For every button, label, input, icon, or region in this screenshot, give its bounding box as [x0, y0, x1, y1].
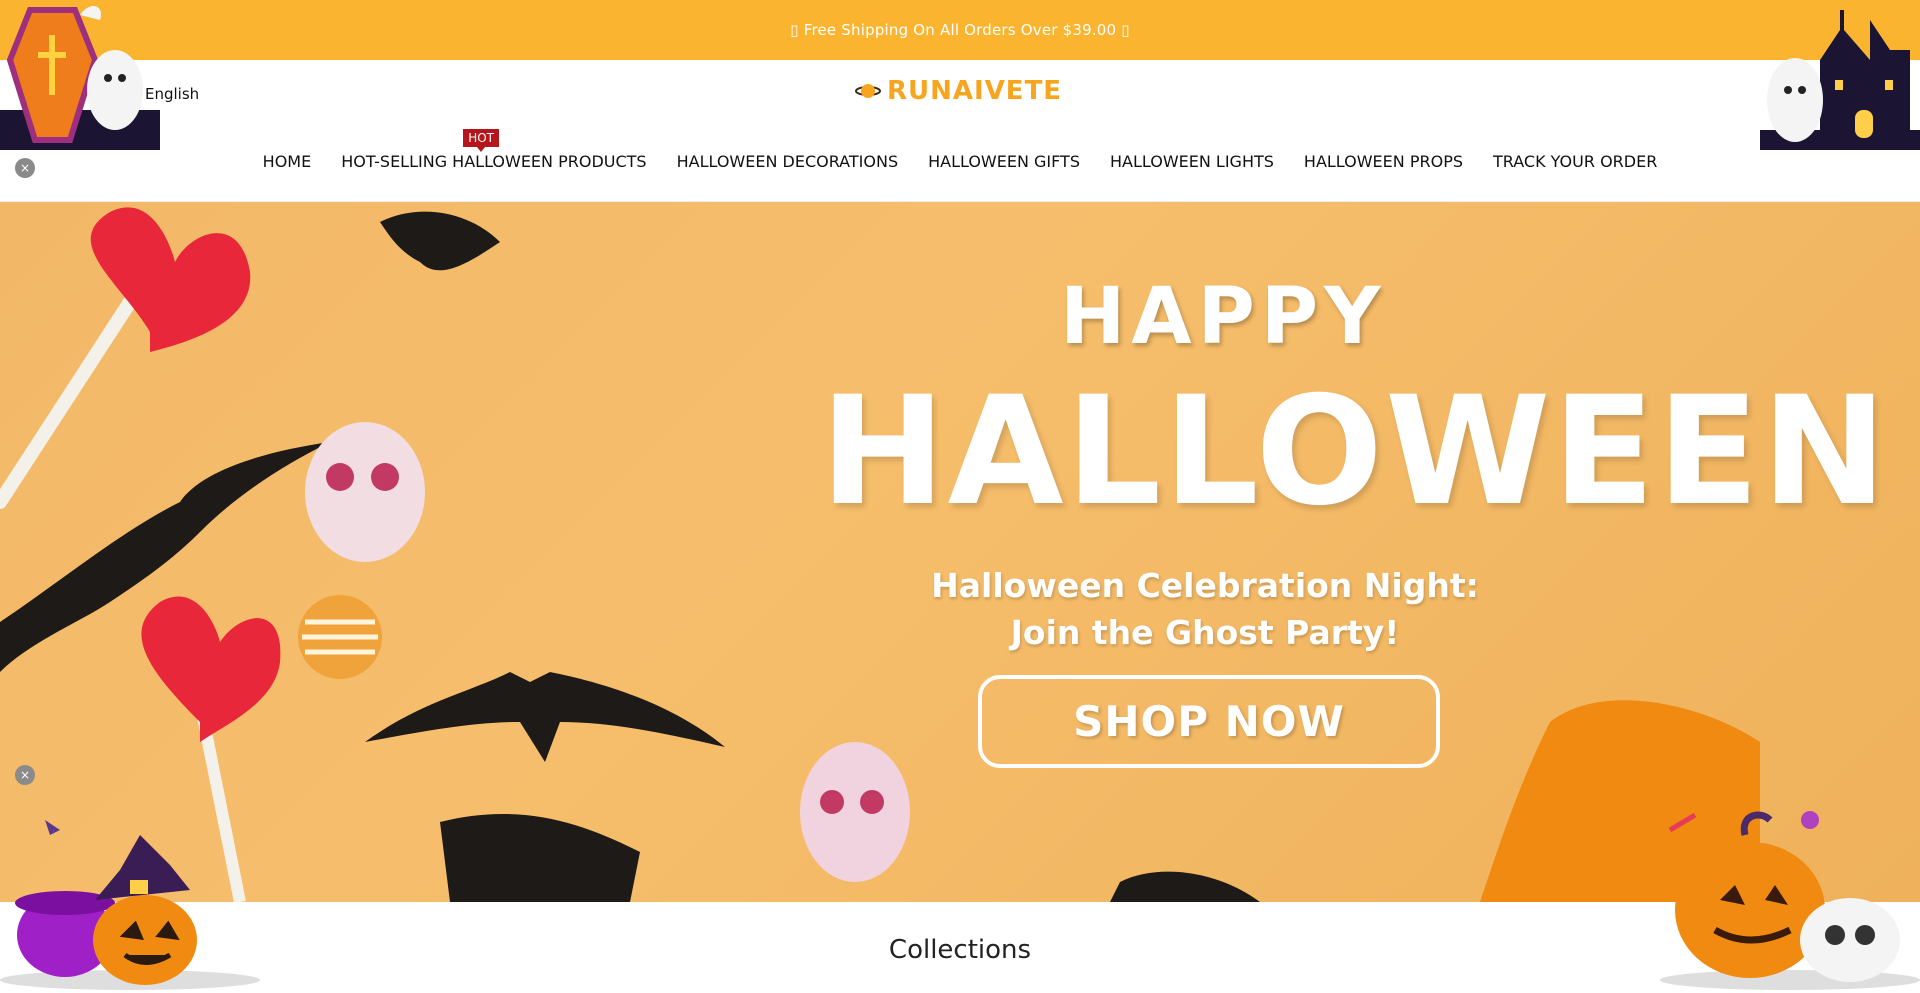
nav-item-decorations[interactable]: HALLOWEEN DECORATIONS: [677, 152, 899, 171]
coffin-ghost-decoration: [0, 5, 160, 150]
close-icon[interactable]: ×: [15, 158, 35, 178]
hero-subtitle-line2: Join the Ghost Party!: [1010, 613, 1400, 652]
nav-item-lights[interactable]: HALLOWEEN LIGHTS: [1110, 152, 1274, 171]
nav-item-home[interactable]: HOME: [263, 152, 312, 171]
hero-artwork: [0, 207, 1760, 902]
logo-text: RUNAIVETE: [887, 76, 1063, 106]
announcement-bar: ▯ Free Shipping On All Orders Over $39.0…: [0, 0, 1920, 60]
hero-banner[interactable]: HAPPY HALLOWEEN Halloween Celebration Ni…: [0, 202, 1920, 902]
nav-item-track-order[interactable]: TRACK YOUR ORDER: [1493, 152, 1657, 171]
announcement-text: ▯ Free Shipping On All Orders Over $39.0…: [790, 21, 1130, 39]
hero-happy: HAPPY: [1060, 272, 1387, 362]
pumpkin-skull-decoration: [1660, 811, 1920, 990]
site-logo[interactable]: RUNAIVETE: [855, 76, 1062, 106]
shop-now-button[interactable]: SHOP NOW: [978, 675, 1440, 768]
collections-heading: Collections: [888, 935, 1032, 965]
nav-item-gifts[interactable]: HALLOWEEN GIFTS: [928, 152, 1080, 171]
main-nav: HOME HOT-SELLING HALLOWEEN PRODUCTS HOT …: [0, 129, 1920, 171]
close-icon[interactable]: ×: [15, 765, 35, 785]
logo-planet-icon: [855, 84, 881, 98]
nav-item-hot-selling[interactable]: HOT-SELLING HALLOWEEN PRODUCTS HOT: [341, 129, 647, 171]
cauldron-pumpkin-decoration: [0, 820, 260, 990]
site-header: English RUNAIVETE HOME HOT-SELLING HALLO…: [0, 60, 1920, 202]
haunted-house-decoration: [1760, 10, 1920, 150]
hero-subtitle: Halloween Celebration Night: Join the Gh…: [900, 562, 1510, 656]
hero-subtitle-line1: Halloween Celebration Night:: [931, 566, 1479, 605]
nav-item-props[interactable]: HALLOWEEN PROPS: [1304, 152, 1463, 171]
hero-title: HALLOWEEN: [820, 365, 1889, 539]
hot-badge: HOT: [463, 129, 500, 152]
nav-item-label: HOT-SELLING HALLOWEEN PRODUCTS: [341, 152, 647, 171]
